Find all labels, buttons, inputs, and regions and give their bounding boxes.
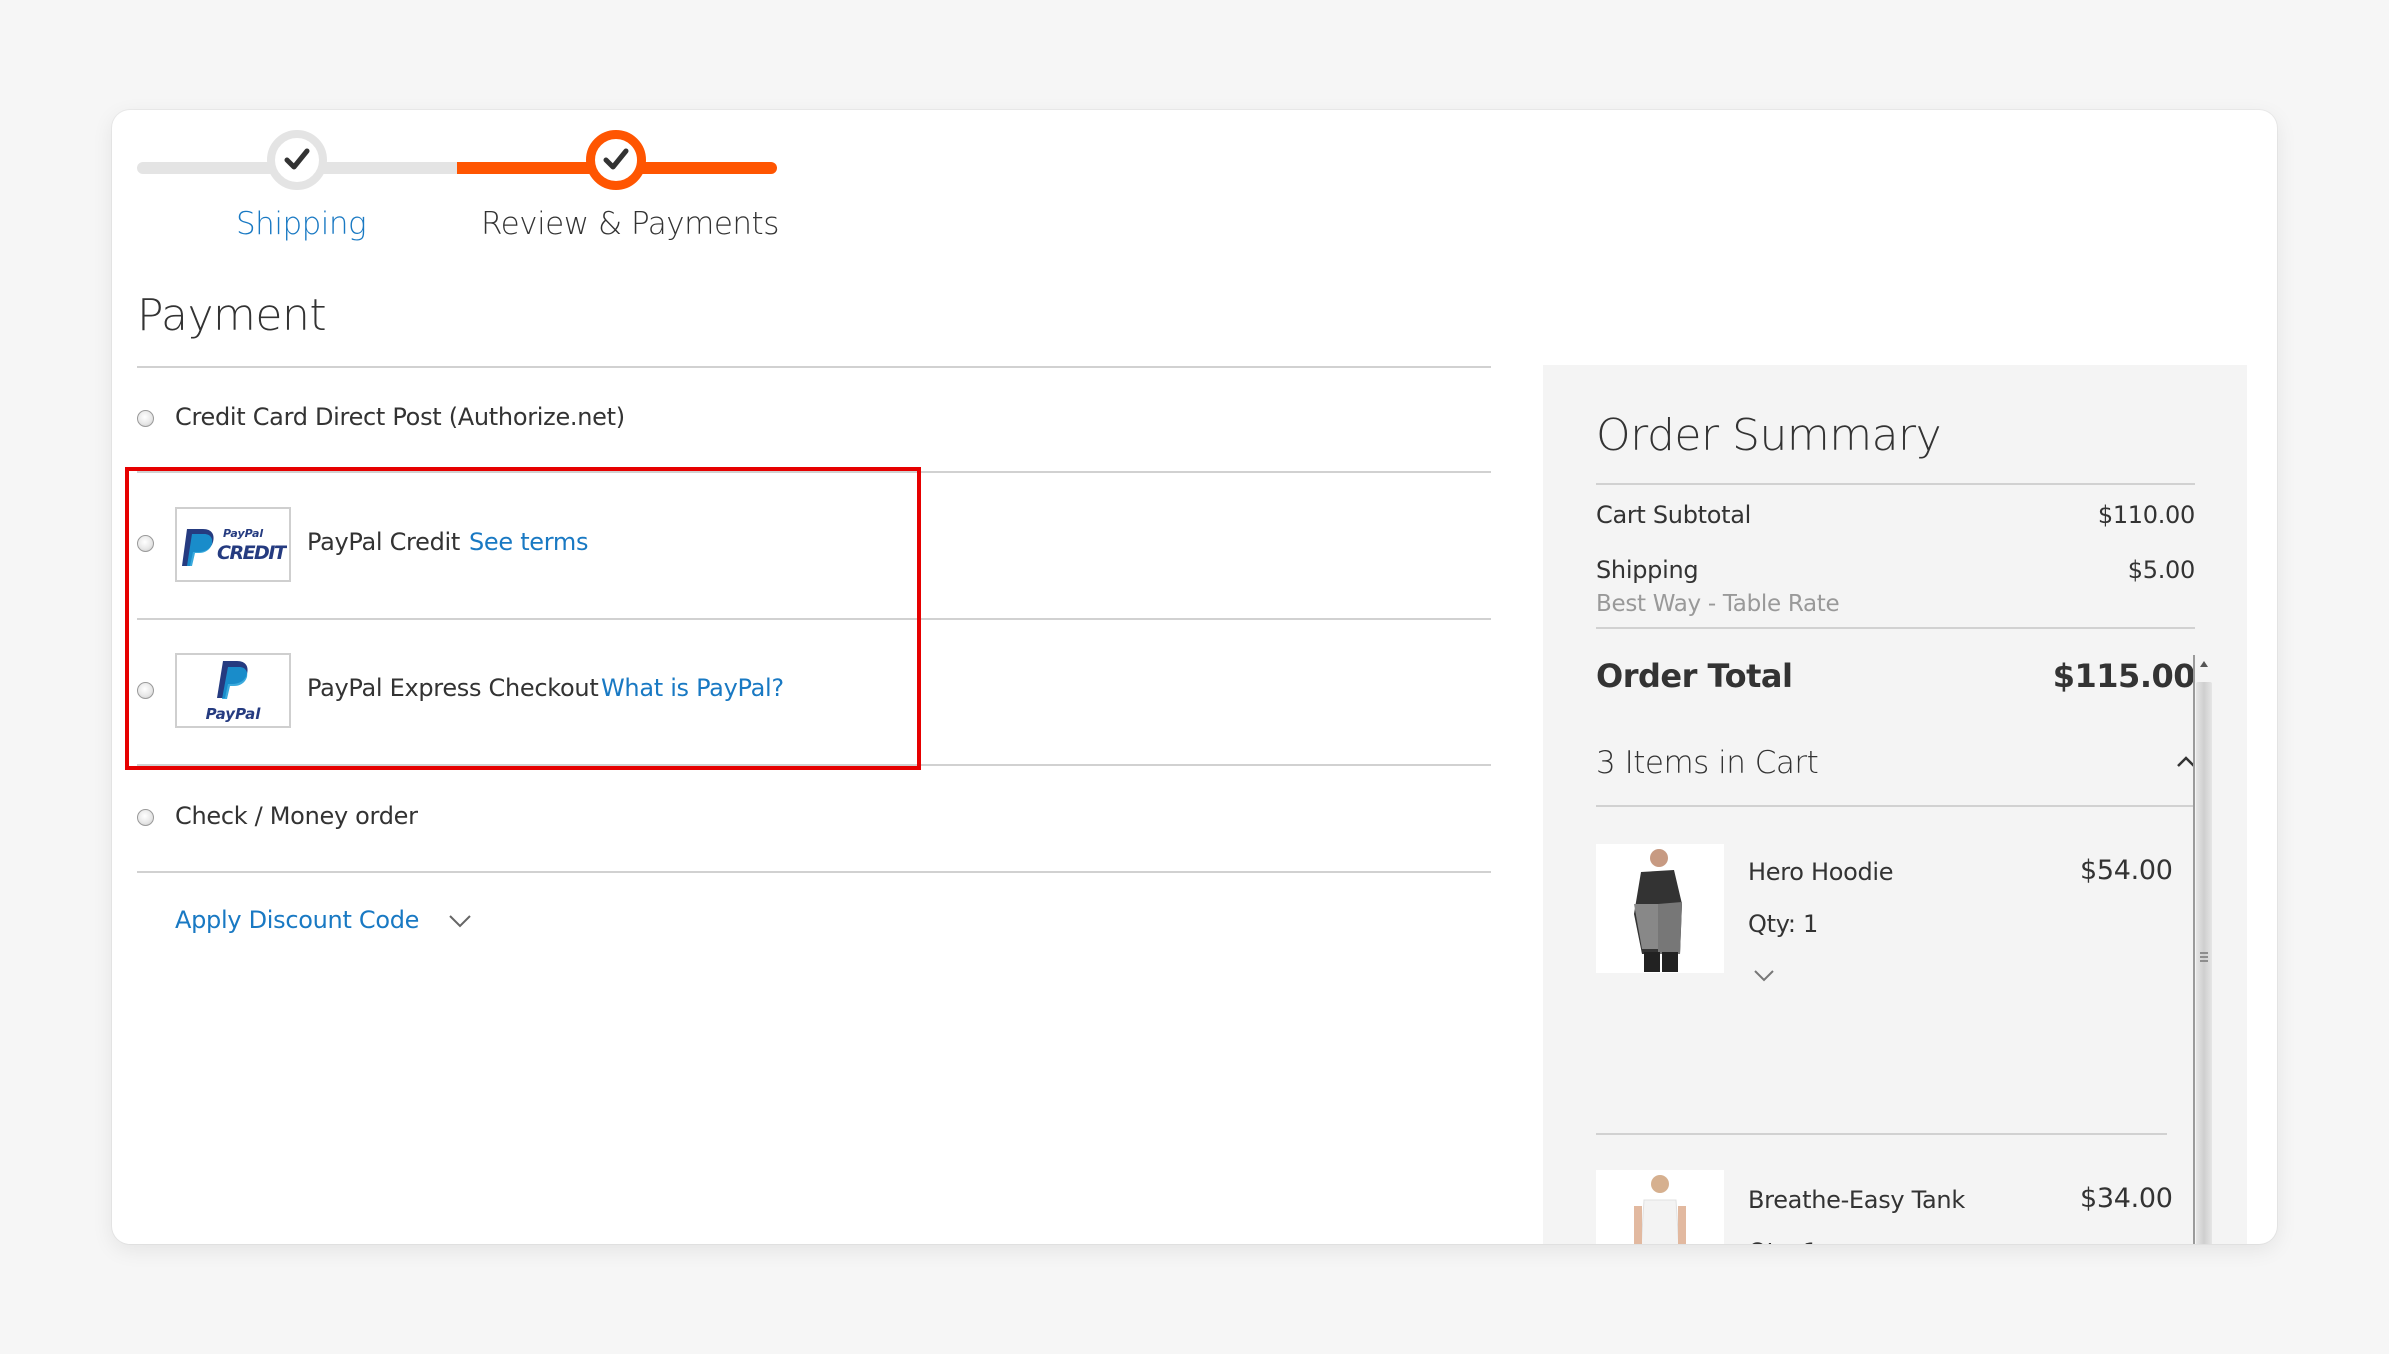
step-review-label: Review & Payments	[481, 206, 779, 242]
item-price: $54.00	[2080, 855, 2173, 886]
shipping-label: Shipping	[1596, 556, 1699, 584]
hoodie-image-icon	[1596, 844, 1724, 973]
radio-check-money-order[interactable]	[137, 809, 154, 826]
shipping-method: Best Way - Table Rate	[1596, 591, 1840, 617]
divider	[1596, 627, 2195, 629]
checkmark-icon	[603, 148, 629, 170]
cart-subtotal-label: Cart Subtotal	[1596, 501, 1752, 529]
payment-method-label[interactable]: Check / Money order	[175, 802, 418, 830]
payment-method-label[interactable]: Credit Card Direct Post (Authorize.net)	[175, 403, 625, 431]
highlight-box	[125, 467, 921, 770]
divider	[137, 871, 1491, 873]
checkout-card: Shipping Review & Payments Payment Credi…	[112, 110, 2277, 1244]
order-total-value: $115.00	[2052, 657, 2196, 695]
cart-subtotal-value: $110.00	[2097, 501, 2195, 529]
step-shipping-marker[interactable]	[267, 130, 327, 190]
divider	[1596, 805, 2195, 807]
product-image-breathe-easy-tank[interactable]	[1596, 1170, 1724, 1244]
scroll-up-arrow-icon[interactable]	[2198, 657, 2210, 671]
item-name: Hero Hoodie	[1748, 858, 1894, 886]
payment-title: Payment	[137, 290, 327, 341]
divider	[137, 366, 1491, 368]
items-in-cart-toggle[interactable]: 3 Items in Cart	[1596, 745, 1819, 781]
step-shipping-link[interactable]: Shipping	[236, 206, 367, 242]
chevron-down-icon	[449, 915, 472, 928]
radio-credit-card[interactable]	[137, 410, 154, 427]
step-review-marker	[586, 130, 646, 190]
item-qty: Qty: 1	[1748, 910, 1818, 938]
order-total-label: Order Total	[1596, 657, 1793, 695]
item-name: Breathe-Easy Tank	[1748, 1186, 1965, 1214]
tank-image-icon	[1596, 1170, 1724, 1244]
scroll-grip-icon	[2200, 952, 2208, 962]
chevron-down-icon[interactable]	[1753, 968, 1775, 984]
apply-discount-toggle[interactable]: Apply Discount Code	[175, 906, 472, 934]
order-summary-title: Order Summary	[1596, 410, 1942, 461]
order-summary: Order Summary Cart Subtotal $110.00 Ship…	[1543, 365, 2247, 1244]
product-image-hero-hoodie[interactable]	[1596, 844, 1724, 973]
checkmark-icon	[284, 148, 310, 170]
item-price: $34.00	[2080, 1183, 2173, 1214]
apply-discount-label: Apply Discount Code	[175, 906, 420, 934]
shipping-value: $5.00	[2127, 556, 2196, 584]
divider	[1596, 1133, 2167, 1135]
divider	[1596, 483, 2195, 485]
item-qty: Qty: 1	[1748, 1238, 1818, 1244]
